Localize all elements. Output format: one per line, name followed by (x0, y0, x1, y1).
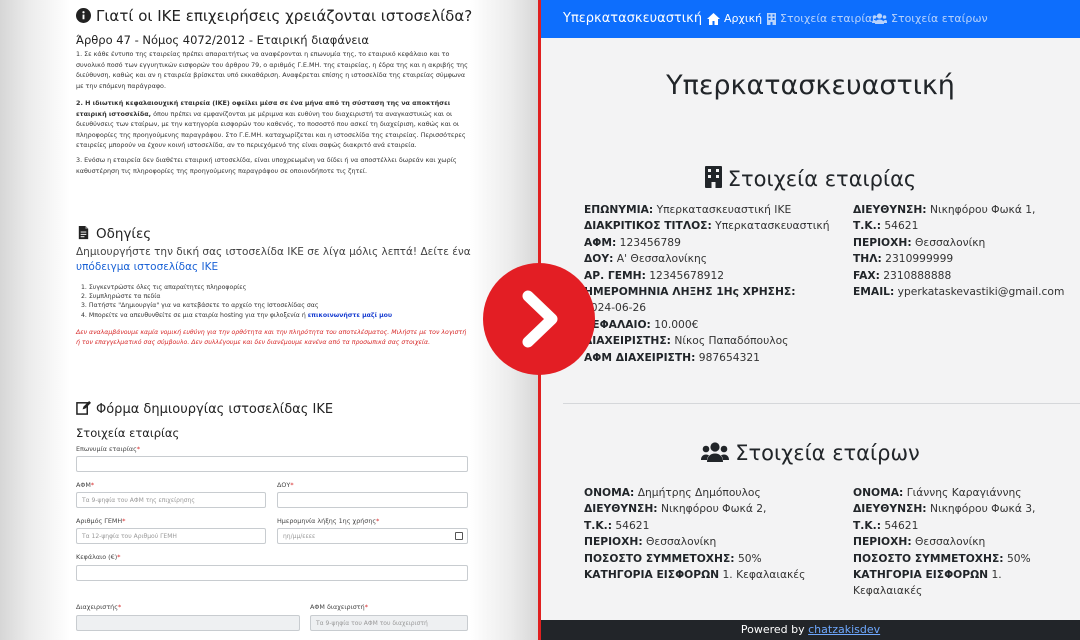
detail-row: Τ.Κ.: 54621 (853, 219, 919, 233)
footer-author-link[interactable]: chatzakisdev (808, 623, 880, 636)
field-label-afm: ΑΦΜ* (76, 481, 95, 489)
generated-site-preview: Υπερκατασκευαστική Αρχική Στοιχεία εταιρ… (541, 0, 1080, 640)
step-item-text: 4. Μπορείτε να απευθυνθείτε σε μια εταιρ… (81, 311, 308, 319)
next-arrow-button[interactable] (483, 263, 595, 375)
nav-item-home[interactable]: Αρχική (707, 12, 762, 25)
form-page-preview: Γιατί οι ΙΚΕ επιχειρήσεις χρειάζονται ισ… (0, 0, 540, 640)
footer-text: Powered by (740, 623, 809, 636)
why-heading-text: Γιατί οι ΙΚΕ επιχειρήσεις χρειάζονται ισ… (96, 7, 473, 25)
first-fiscal-end-date-input[interactable]: ηη/μμ/εεεε (277, 528, 468, 544)
detail-row: ΚΑΤΗΓΟΡΙΑ ΕΙΣΦΟΡΩΝ 1. Κεφαλαιακές (584, 568, 806, 582)
company-section-title: Στοιχεία εταιρίας (541, 166, 1080, 191)
detail-row: ΔΟΥ: Α' Θεσσαλονίκης (584, 252, 707, 266)
law-paragraph-3: 3. Ενόσω η εταιρεία δεν διαθέτει εταιρικ… (76, 156, 457, 175)
nav-item-partners[interactable]: Στοιχεία εταίρων (872, 12, 988, 25)
building-icon (704, 166, 722, 188)
partner-2-details: ΟΝΟΜΑ: Γιάννης Καραγιάννης ΔΙΕΥΘΥΝΣΗ: Νι… (853, 485, 1073, 600)
contact-me-link[interactable]: επικοινωνήστε μαζί μου (308, 312, 392, 319)
home-icon (707, 12, 720, 25)
detail-row: ΚΑΤΗΓΟΡΙΑ ΕΙΣΦΟΡΩΝ 1. Κεφαλαιακές (853, 568, 1002, 598)
law-paragraph-1: 1. Σε κάθε έντυπο της εταιρείας πρέπει α… (76, 50, 468, 90)
form-heading: Φόρμα δημιουργίας ιστοσελίδας ΙΚΕ (76, 400, 333, 417)
company-name-input[interactable] (76, 456, 468, 472)
field-label-manager: Διαχειριστής* (76, 603, 122, 611)
capital-input[interactable] (76, 565, 468, 581)
disclaimer: Δεν αναλαμβάνουμε καμία νομική ευθύνη γι… (76, 329, 467, 346)
detail-row: ΠΕΡΙΟΧΗ: Θεσσαλονίκη (584, 535, 717, 549)
manager-input[interactable] (76, 615, 300, 631)
detail-row: ΔΙΕΥΘΥΝΣΗ: Νικηφόρου Φωκά 2, (584, 502, 767, 516)
detail-row: Τ.Κ.: 54621 (853, 518, 919, 532)
manager-afm-input[interactable]: Τα 9-ψηφία του ΑΦΜ του διαχειριστή (310, 615, 468, 631)
field-label-capital: Κεφάλαιο (€)* (76, 553, 121, 561)
doy-input[interactable] (277, 492, 468, 508)
company-details-left: ΕΠΩΝΥΜΙΑ: Υπερκατασκευαστική ΙΚΕ ΔΙΑΚΡΙΤ… (584, 202, 844, 366)
detail-row: ΑΦΜ: 123456789 (584, 235, 681, 249)
section-divider (563, 403, 1080, 404)
detail-row: ΑΦΜ ΔΙΑΧΕΙΡΙΣΤΗ: 987654321 (584, 350, 760, 364)
field-label-date: Ημερομηνία λήξης 1ης χρήσης* (277, 517, 380, 525)
detail-row: FAX: 2310888888 (853, 268, 952, 282)
field-label-gemi: Αριθμός ΓΕΜΗ* (76, 517, 126, 525)
detail-row: ΔΙΑΚΡΙΤΙΚΟΣ ΤΙΤΛΟΣ: Υπερκατασκευαστική (584, 219, 830, 233)
nav-item-company[interactable]: Στοιχεία εταιρίας (767, 12, 879, 25)
detail-row: ΟΝΟΜΑ: Δημήτρης Δημόπουλος (584, 486, 761, 499)
gemi-input[interactable]: Τα 12-ψηφία του Αριθμού ΓΕΜΗ (76, 528, 266, 544)
detail-row: ΠΟΣΟΣΤΟ ΣΥΜΜΕΤΟΧΗΣ: 50% (853, 551, 1031, 565)
field-label-eponymia: Επωνυμία εταιρίας* (76, 445, 141, 453)
detail-row: ΟΝΟΜΑ: Γιάννης Καραγιάννης (853, 486, 1022, 499)
form-section-company: Στοιχεία εταιρίας (76, 426, 180, 440)
detail-row: Τ.Κ.: 54621 (584, 518, 650, 532)
guide-heading-text: Οδηγίες (96, 226, 152, 242)
afm-input[interactable]: Τα 9-ψηφία του ΑΦΜ της επιχείρησης (76, 492, 266, 508)
detail-row: ΠΟΣΟΣΤΟ ΣΥΜΜΕΤΟΧΗΣ: 50% (584, 551, 762, 565)
detail-row: ΔΙΑΧΕΙΡΙΣΤΗΣ: Νίκος Παπαδόπουλος (584, 334, 789, 348)
detail-row: ΑΡ. ΓΕΜΗ: 12345678912 (584, 268, 725, 282)
sample-site-link[interactable]: υπόδειγμα ιστοσελίδας ΙΚΕ (76, 261, 218, 273)
detail-row: ΠΕΡΙΟΧΗ: Θεσσαλονίκη (853, 235, 986, 249)
guide-intro-text: Δημιουργήστε την δική σας ιστοσελίδα ΙΚΕ… (76, 246, 471, 258)
chevron-right-icon (522, 290, 558, 348)
guide-heading: Οδηγίες (76, 225, 151, 242)
calendar-icon[interactable] (455, 532, 463, 540)
detail-row: EMAIL: yperkataskevastiki@gmail.com (853, 285, 1065, 299)
navbar-brand[interactable]: Υπερκατασκευαστική (563, 11, 702, 26)
steps-list: 1. Συγκεντρώστε όλες τις απαραίτητες πλη… (81, 283, 392, 320)
page-title: Υπερκατασκευαστική (666, 70, 955, 101)
detail-row: ΠΕΡΙΟΧΗ: Θεσσαλονίκη (853, 535, 986, 549)
form-heading-text: Φόρμα δημιουργίας ιστοσελίδας ΙΚΕ (96, 402, 334, 417)
field-label-manager-afm: ΑΦΜ διαχειριστή* (310, 603, 368, 611)
info-circle-icon (76, 8, 91, 23)
navbar: Υπερκατασκευαστική Αρχική Στοιχεία εταιρ… (541, 0, 1080, 38)
users-icon (701, 442, 730, 462)
company-details-right: ΔΙΕΥΘΥΝΣΗ: Νικηφόρου Φωκά 1, Τ.Κ.: 54621… (853, 202, 1068, 300)
detail-row: ΗΜΕΡΟΜΗΝΙΑ ΛΗΞΗΣ 1Ης ΧΡΗΣΗΣ: 2024-06-26 (584, 285, 796, 315)
step-item: 2. Συμπληρώστε τα πεδία (81, 293, 161, 301)
step-item: 3. Πατήστε "Δημιουργία" για να κατεβάσετ… (81, 302, 319, 310)
field-label-doy: ΔΟΥ* (277, 481, 294, 489)
step-item: 4. Μπορείτε να απευθυνθείτε σε μια εταιρ… (81, 311, 392, 320)
detail-row: ΕΠΩΝΥΜΙΑ: Υπερκατασκευαστική ΙΚΕ (584, 203, 792, 216)
building-icon (767, 12, 776, 25)
users-icon (872, 13, 887, 24)
step-item: 1. Συγκεντρώστε όλες τις απαραίτητες πλη… (81, 284, 247, 291)
why-heading: Γιατί οι ΙΚΕ επιχειρήσεις χρειάζονται ισ… (76, 7, 472, 25)
edit-icon (76, 400, 91, 415)
detail-row: ΔΙΕΥΘΥΝΣΗ: Νικηφόρου Φωκά 1, (853, 203, 1036, 216)
detail-row: ΤΗΛ: 2310999999 (853, 252, 954, 266)
partners-section-title: Στοιχεία εταίρων (541, 441, 1080, 465)
law-paragraph-2: 2. Η ιδιωτική κεφαλαιουχική εταιρεία (ΙΚ… (76, 98, 471, 151)
guide-intro: Δημιουργήστε την δική σας ιστοσελίδα ΙΚΕ… (76, 245, 471, 275)
partner-1-details: ΟΝΟΜΑ: Δημήτρης Δημόπουλος ΔΙΕΥΘΥΝΣΗ: Νι… (584, 485, 814, 583)
detail-row: ΚΕΦΑΛΑΙΟ: 10.000€ (584, 317, 699, 331)
file-icon (78, 225, 89, 240)
detail-row: ΔΙΕΥΘΥΝΣΗ: Νικηφόρου Φωκά 3, (853, 502, 1036, 516)
footer: Powered by chatzakisdev (541, 620, 1080, 640)
article-heading: Άρθρο 47 - Νόμος 4072/2012 - Εταιρική δι… (76, 33, 370, 47)
